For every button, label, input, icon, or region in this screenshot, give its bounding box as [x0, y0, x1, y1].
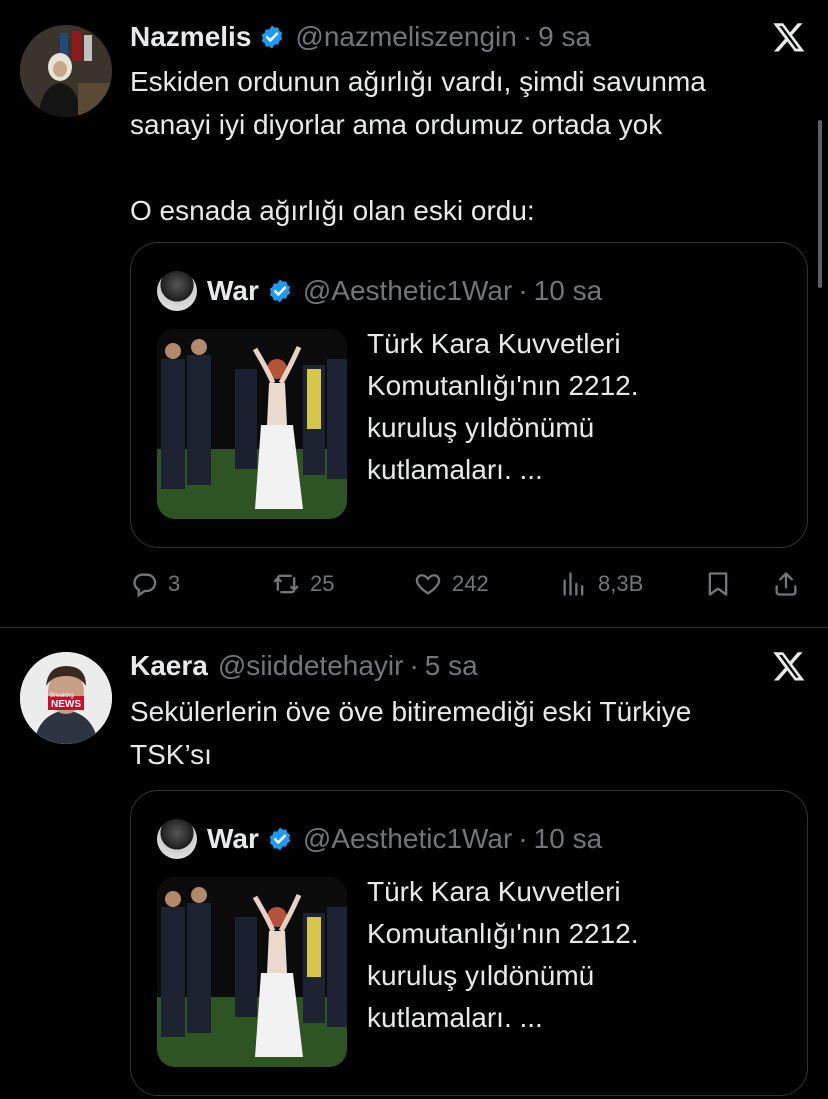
- separator: ·: [518, 823, 528, 854]
- bookmark-button[interactable]: [704, 566, 732, 602]
- quoted-tweet-text: Türk Kara Kuvvetleri Komutanlığı'nın 221…: [367, 876, 639, 1033]
- quoted-author-handle: @Aesthetic1War: [302, 823, 513, 854]
- like-count: 242: [452, 571, 489, 596]
- quoted-media-image[interactable]: [157, 877, 347, 1067]
- author-name[interactable]: Nazmelis: [130, 21, 251, 53]
- quoted-avatar: [157, 271, 197, 311]
- like-icon: [415, 574, 441, 595]
- avatar[interactable]: Breaking NEWS: [20, 652, 112, 744]
- verified-badge-icon: [269, 279, 291, 303]
- quoted-author-name: War: [207, 823, 259, 854]
- quoted-timestamp: 10 sa: [533, 823, 603, 854]
- quoted-author-handle: @Aesthetic1War: [302, 275, 513, 306]
- reply-button[interactable]: 3: [130, 566, 180, 602]
- separator: ·: [409, 650, 419, 681]
- tweet-text: Sekülerlerin öve öve bitiremediği eski T…: [130, 696, 692, 770]
- bookmark-icon: [708, 572, 728, 596]
- quoted-tweet-header: War @Aesthetic1War · 10 sa: [157, 819, 602, 859]
- timestamp[interactable]: 9 sa: [538, 21, 591, 53]
- tweet-actions: 3 25 242 8,3B: [130, 566, 810, 602]
- author-name[interactable]: Kaera: [130, 650, 208, 682]
- separator: ·: [522, 21, 533, 52]
- quoted-tweet-header: War @Aesthetic1War · 10 sa: [157, 271, 602, 311]
- views-button[interactable]: 8,3B: [560, 566, 643, 602]
- repost-count: 25: [310, 571, 335, 596]
- scrollbar[interactable]: [818, 120, 822, 288]
- x-logo-icon: [773, 23, 805, 52]
- verified-badge-icon: [262, 25, 283, 49]
- tweet-text: Eskiden ordunun ağırlığı vardı, şimdi sa…: [130, 66, 706, 226]
- tweet[interactable]: Breaking NEWS Kaera @siiddetehayir · 5 s…: [0, 628, 828, 1099]
- quoted-media-image[interactable]: [157, 329, 347, 519]
- timestamp[interactable]: 5 sa: [425, 650, 478, 682]
- quoted-tweet-text: Türk Kara Kuvvetleri Komutanlığı'nın 221…: [367, 328, 639, 485]
- views-icon: [563, 572, 584, 596]
- share-button[interactable]: [772, 566, 800, 602]
- avatar[interactable]: [20, 25, 112, 117]
- share-icon: [775, 572, 797, 596]
- tweet[interactable]: Nazmelis @nazmeliszengin · 9 sa Eskiden …: [0, 0, 828, 628]
- x-logo-icon: [773, 652, 805, 681]
- author-handle[interactable]: @nazmeliszengin: [295, 21, 516, 53]
- repost-icon: [273, 574, 299, 594]
- like-button[interactable]: 242: [414, 566, 489, 602]
- quoted-tweet[interactable]: War @Aesthetic1War · 10 sa Türk Kara Kuv…: [130, 790, 808, 1096]
- quoted-avatar: [157, 819, 197, 859]
- tweet-header: Nazmelis @nazmeliszengin · 9 sa: [130, 17, 591, 57]
- views-count: 8,3B: [598, 571, 644, 596]
- verified-badge-icon: [269, 827, 291, 851]
- reply-icon: [133, 573, 157, 598]
- quoted-author-name: War: [207, 275, 259, 306]
- tweet-header: Kaera @siiddetehayir · 5 sa: [130, 646, 478, 686]
- separator: ·: [518, 275, 528, 306]
- quoted-timestamp: 10 sa: [533, 275, 603, 306]
- quoted-tweet[interactable]: War @Aesthetic1War · 10 sa Türk Kara Kuv…: [130, 242, 808, 548]
- author-handle[interactable]: @siiddetehayir: [218, 650, 404, 682]
- reply-count: 3: [168, 571, 181, 596]
- repost-button[interactable]: 25: [272, 566, 334, 602]
- avatar-news-text: NEWS: [51, 699, 81, 710]
